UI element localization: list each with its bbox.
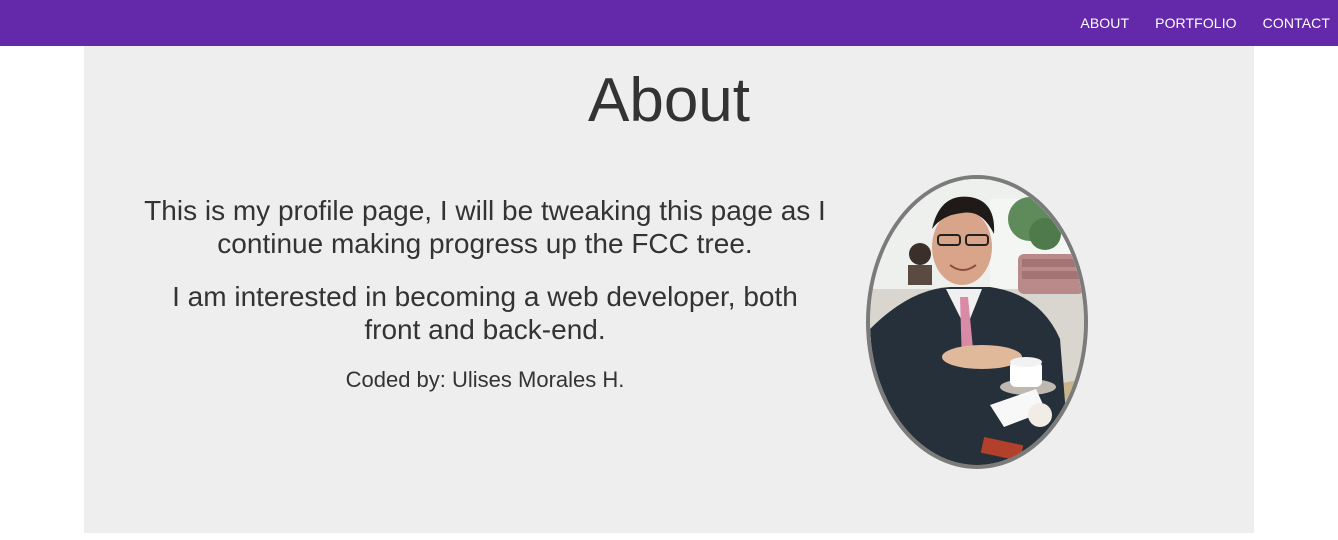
nav-link-about[interactable]: ABOUT [1080, 15, 1129, 31]
about-section: About This is my profile page, I will be… [84, 46, 1254, 533]
top-navbar: ABOUT PORTFOLIO CONTACT [0, 0, 1338, 46]
nav-link-portfolio[interactable]: PORTFOLIO [1155, 15, 1237, 31]
about-text: This is my profile page, I will be tweak… [142, 194, 828, 394]
nav-links: ABOUT PORTFOLIO CONTACT [1054, 0, 1330, 46]
intro-paragraph: This is my profile page, I will be tweak… [144, 195, 826, 259]
page-title: About [587, 66, 751, 135]
profile-photo [866, 175, 1088, 469]
credit-text: Coded by: Ulises Morales H. [345, 367, 625, 392]
nav-link-contact[interactable]: CONTACT [1263, 15, 1330, 31]
interest-paragraph: I am interested in becoming a web develo… [172, 281, 798, 345]
